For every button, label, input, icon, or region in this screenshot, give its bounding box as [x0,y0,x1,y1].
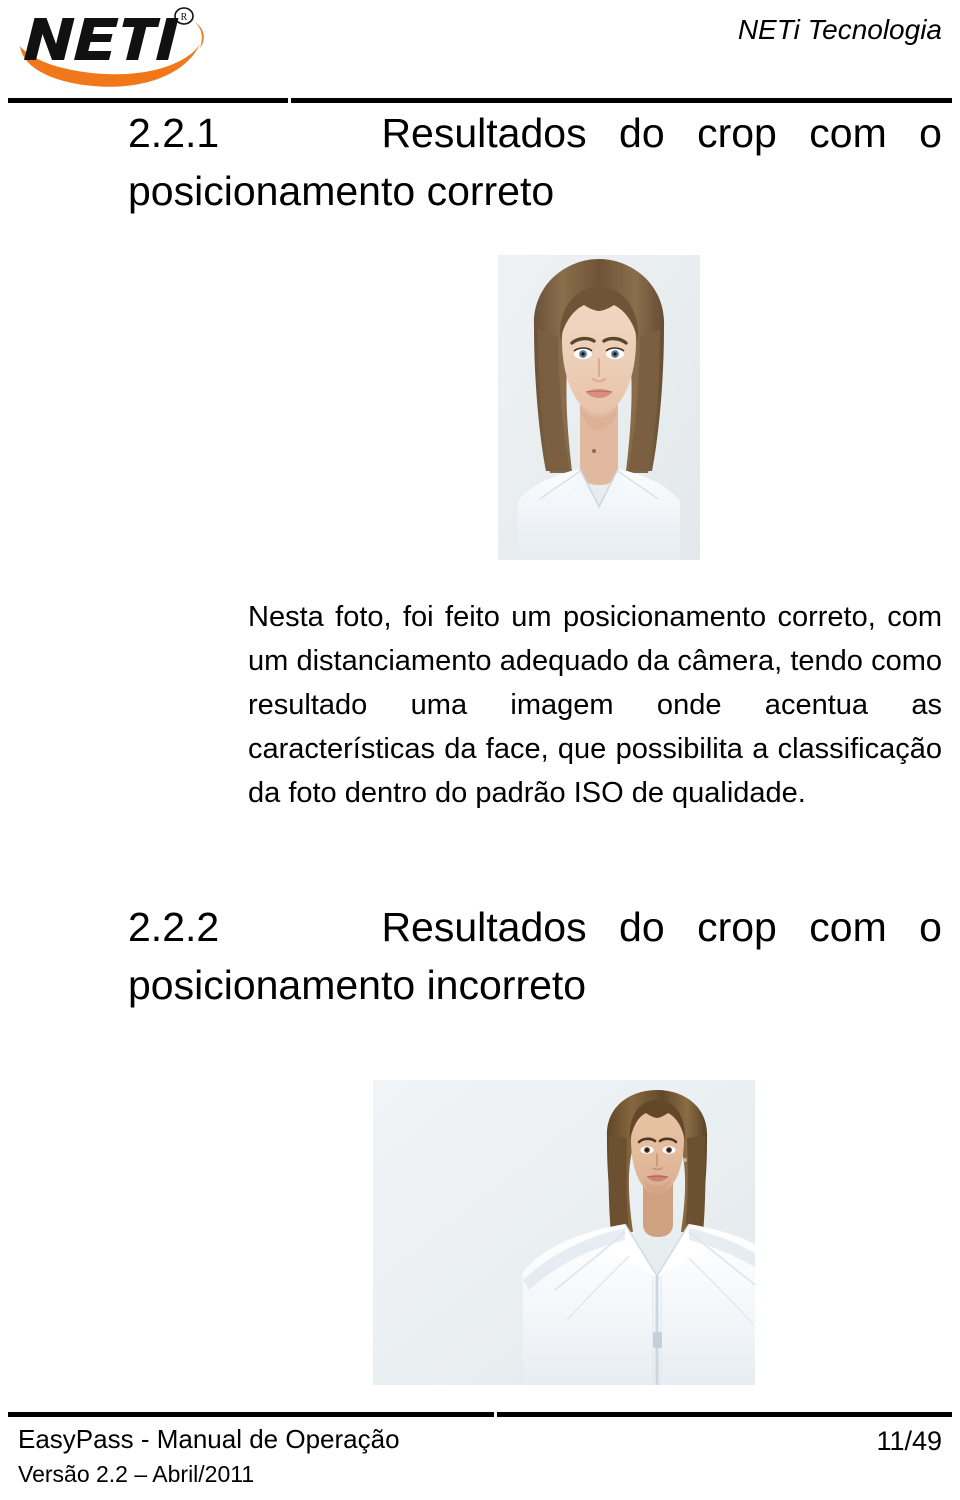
document-page: R NETi Tecnologia 2.2.1 Resultados do cr… [0,0,960,1500]
section-heading-222: 2.2.2 Resultados do crop com o posiciona… [0,898,960,1014]
header-divider [8,98,952,103]
footer-divider [8,1412,952,1417]
footer-left-block: EasyPass - Manual de Operação Versão 2.2… [18,1424,718,1490]
section-number: 2.2.2 [128,904,220,950]
company-name: NETi Tecnologia [737,14,942,45]
figure-cropped-portrait-correct [498,255,700,560]
section-title: Resultados do crop com o posicionamento … [128,904,942,1009]
portrait-photo-incorrect [373,1080,755,1385]
registered-trademark-icon: R [174,7,194,25]
section-number: 2.2.1 [128,110,220,156]
figure-cropped-portrait-incorrect [373,1080,755,1385]
footer-document-title: EasyPass - Manual de Operação [18,1424,400,1454]
section-title: Resultados do crop com o posicionamento … [128,110,942,215]
paragraph-block-221: Nesta foto, foi feito um posicionamento … [0,595,960,815]
section-paragraph: Nesta foto, foi feito um posicionamento … [248,601,942,810]
header-divider-gap [288,98,291,103]
footer-page-number: 11/49 [876,1426,942,1456]
svg-text:R: R [181,12,188,23]
section-heading-221: 2.2.1 Resultados do crop com o posiciona… [0,104,960,220]
page-footer: EasyPass - Manual de Operação Versão 2.2… [0,1412,960,1500]
page-header: R NETi Tecnologia [0,0,960,103]
heading-block-222: 2.2.2 Resultados do crop com o posiciona… [0,898,960,1014]
neti-logo: R [14,4,224,90]
portrait-photo-correct [498,255,700,560]
footer-divider-gap [494,1412,497,1417]
page-content: 2.2.1 Resultados do crop com o posiciona… [0,104,960,220]
footer-version: Versão 2.2 – Abril/2011 [18,1460,255,1487]
